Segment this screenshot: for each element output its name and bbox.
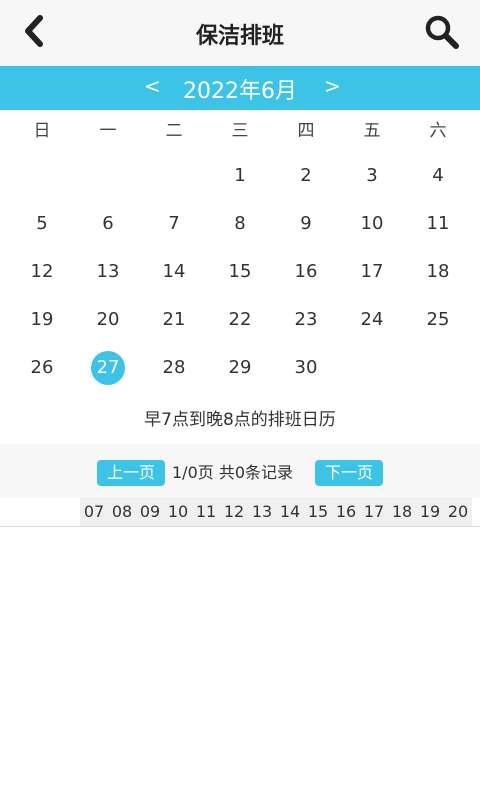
next-month-button[interactable]: >	[324, 74, 341, 98]
calendar-week: 19 20 21 22 23 24 25	[9, 296, 471, 344]
weekday-label: 三	[231, 121, 249, 141]
weekday-label: 六	[429, 121, 447, 141]
day-cell[interactable]: 6	[75, 200, 141, 248]
hour-label: 12	[223, 502, 245, 521]
day-cell[interactable]: 15	[207, 248, 273, 296]
day-cell[interactable]: 12	[9, 248, 75, 296]
day-cell-empty	[141, 152, 207, 200]
schedule-note: 早7点到晚8点的排班日历	[144, 410, 336, 430]
search-button[interactable]	[422, 12, 462, 52]
month-label: 2022年6月	[183, 79, 297, 104]
hour-header: 07 08 09 10 11 12 13 14 15 16 17 18 19 2…	[80, 498, 472, 526]
day-cell[interactable]: 29	[207, 344, 273, 392]
day-cell-empty	[339, 344, 405, 392]
calendar-week: 12 13 14 15 16 17 18	[9, 248, 471, 296]
day-cell[interactable]: 17	[339, 248, 405, 296]
day-cell[interactable]: 20	[75, 296, 141, 344]
day-cell[interactable]: 5	[9, 200, 75, 248]
day-cell[interactable]: 3	[339, 152, 405, 200]
hour-label: 18	[391, 502, 413, 521]
calendar-grid: 日 一 二 三 四 五 六 1 2 3 4 5 6 7 8 9 10 11 12…	[9, 110, 471, 392]
day-cell[interactable]: 13	[75, 248, 141, 296]
hour-label: 07	[83, 502, 105, 521]
day-cell[interactable]: 4	[405, 152, 471, 200]
day-cell[interactable]: 14	[141, 248, 207, 296]
day-cell-empty	[405, 344, 471, 392]
hour-label: 08	[111, 502, 133, 521]
calendar-week: 5 6 7 8 9 10 11	[9, 200, 471, 248]
hour-label: 15	[307, 502, 329, 521]
hour-label: 19	[419, 502, 441, 521]
hour-label: 17	[363, 502, 385, 521]
page-title: 保洁排班	[195, 24, 284, 49]
day-cell-selected[interactable]: 27	[75, 344, 141, 392]
next-page-button[interactable]: 下一页	[315, 460, 384, 486]
day-cell[interactable]: 30	[273, 344, 339, 392]
day-cell[interactable]: 16	[273, 248, 339, 296]
day-cell[interactable]: 11	[405, 200, 471, 248]
page-info: 1/0页 共0条记录	[172, 463, 294, 482]
day-cell[interactable]: 19	[9, 296, 75, 344]
hour-label: 16	[335, 502, 357, 521]
day-cell-empty	[75, 152, 141, 200]
divider	[0, 526, 480, 527]
month-bar: < 2022年6月 >	[0, 66, 480, 110]
day-cell[interactable]: 10	[339, 200, 405, 248]
weekday-label: 二	[165, 121, 183, 141]
calendar-week: 1 2 3 4	[9, 152, 471, 200]
day-cell[interactable]: 21	[141, 296, 207, 344]
selected-day-marker: 27	[91, 351, 125, 385]
day-cell[interactable]: 8	[207, 200, 273, 248]
calendar-week: 26 27 28 29 30	[9, 344, 471, 392]
hour-label: 11	[195, 502, 217, 521]
day-cell-empty	[9, 152, 75, 200]
search-icon	[425, 15, 459, 49]
day-cell[interactable]: 28	[141, 344, 207, 392]
day-cell[interactable]: 2	[273, 152, 339, 200]
hour-label: 13	[251, 502, 273, 521]
day-cell[interactable]: 9	[273, 200, 339, 248]
prev-page-button[interactable]: 上一页	[97, 460, 166, 486]
weekday-label: 五	[363, 121, 381, 141]
day-cell[interactable]: 7	[141, 200, 207, 248]
hour-label: 20	[447, 502, 469, 521]
day-cell[interactable]: 25	[405, 296, 471, 344]
day-cell[interactable]: 22	[207, 296, 273, 344]
hour-label: 14	[279, 502, 301, 521]
day-cell[interactable]: 23	[273, 296, 339, 344]
pagination-bar: 上一页 1/0页 共0条记录 下一页	[0, 444, 480, 498]
day-cell[interactable]: 18	[405, 248, 471, 296]
hour-label: 10	[167, 502, 189, 521]
weekday-header: 日 一 二 三 四 五 六	[9, 110, 471, 152]
day-cell[interactable]: 24	[339, 296, 405, 344]
hour-label: 09	[139, 502, 161, 521]
day-cell[interactable]: 26	[9, 344, 75, 392]
weekday-label: 四	[297, 121, 315, 141]
day-cell[interactable]: 1	[207, 152, 273, 200]
weekday-label: 一	[99, 121, 117, 141]
top-bar: 保洁排班	[0, 0, 480, 66]
weekday-label: 日	[33, 121, 51, 141]
